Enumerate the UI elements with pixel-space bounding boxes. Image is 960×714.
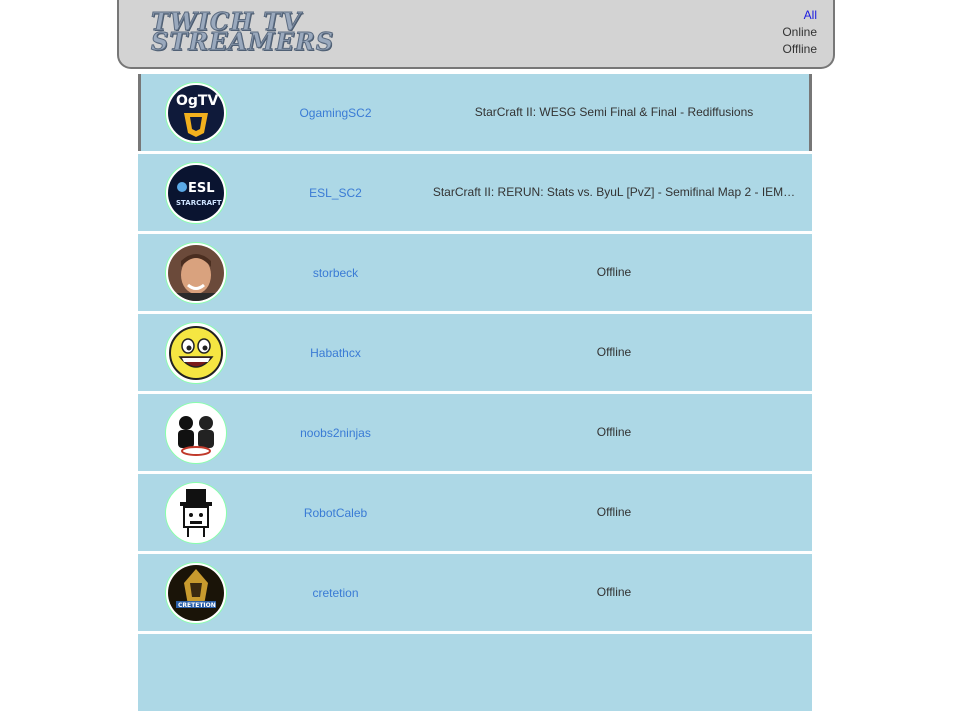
stream-status: Offline — [596, 425, 632, 439]
stream-status: Offline — [596, 585, 632, 599]
streamer-name-link[interactable]: storbeck — [258, 266, 413, 280]
streamer-row[interactable]: OgTV OgamingSC2 StarCraft II: WESG Semi … — [138, 74, 812, 151]
person-photo-icon — [166, 243, 226, 303]
streamer-row[interactable]: noobs2ninjas Offline — [138, 394, 812, 471]
ogtv-logo-icon: OgTV — [166, 83, 226, 143]
streamer-name-link[interactable]: ESL_SC2 — [258, 186, 413, 200]
stream-status: Offline — [596, 265, 632, 279]
site-logo: TWICH TV STREAMERS — [150, 9, 335, 56]
streamer-list: OgTV OgamingSC2 StarCraft II: WESG Semi … — [138, 74, 812, 714]
smiley-face-icon — [166, 323, 226, 383]
svg-text:OgTV: OgTV — [176, 93, 218, 109]
filter-offline[interactable]: Offline — [782, 41, 817, 58]
cretetion-logo-icon: CRETETION — [166, 563, 226, 623]
esl-starcraft-logo-icon: ESL STARCRAFT 2 — [166, 163, 226, 223]
streamer-row[interactable]: Habathcx Offline — [138, 314, 812, 391]
stream-status: Offline — [596, 345, 632, 359]
streamer-row[interactable]: RobotCaleb Offline — [138, 474, 812, 551]
streamer-name-link[interactable]: cretetion — [258, 586, 413, 600]
svg-text:STARCRAFT 2: STARCRAFT 2 — [176, 199, 224, 207]
svg-text:CRETETION: CRETETION — [178, 602, 216, 609]
streamer-row[interactable]: storbeck Offline — [138, 234, 812, 311]
streamer-name-link[interactable]: OgamingSC2 — [258, 106, 413, 120]
streamer-name-link[interactable]: RobotCaleb — [258, 506, 413, 520]
svg-text:ESL: ESL — [188, 181, 215, 196]
top-hat-robot-icon — [166, 483, 226, 543]
stream-status: StarCraft II: WESG Semi Final & Final - … — [474, 105, 754, 119]
streamer-row-partial — [138, 634, 812, 711]
filter-menu: All Online Offline — [782, 7, 817, 58]
streamer-row[interactable]: CRETETION cretetion Offline — [138, 554, 812, 631]
ninjas-logo-icon — [166, 403, 226, 463]
header-bar: TWICH TV STREAMERS All Online Offline — [117, 0, 835, 69]
filter-online[interactable]: Online — [782, 24, 817, 41]
logo-line-2: STREAMERS — [150, 27, 335, 56]
streamer-name-link[interactable]: noobs2ninjas — [258, 426, 413, 440]
filter-all[interactable]: All — [782, 7, 817, 24]
stream-status: Offline — [596, 505, 632, 519]
stream-status: StarCraft II: RERUN: Stats vs. ByuL [PvZ… — [432, 185, 796, 199]
streamer-name-link[interactable]: Habathcx — [258, 346, 413, 360]
streamer-row[interactable]: ESL STARCRAFT 2 ESL_SC2 StarCraft II: RER… — [138, 154, 812, 231]
